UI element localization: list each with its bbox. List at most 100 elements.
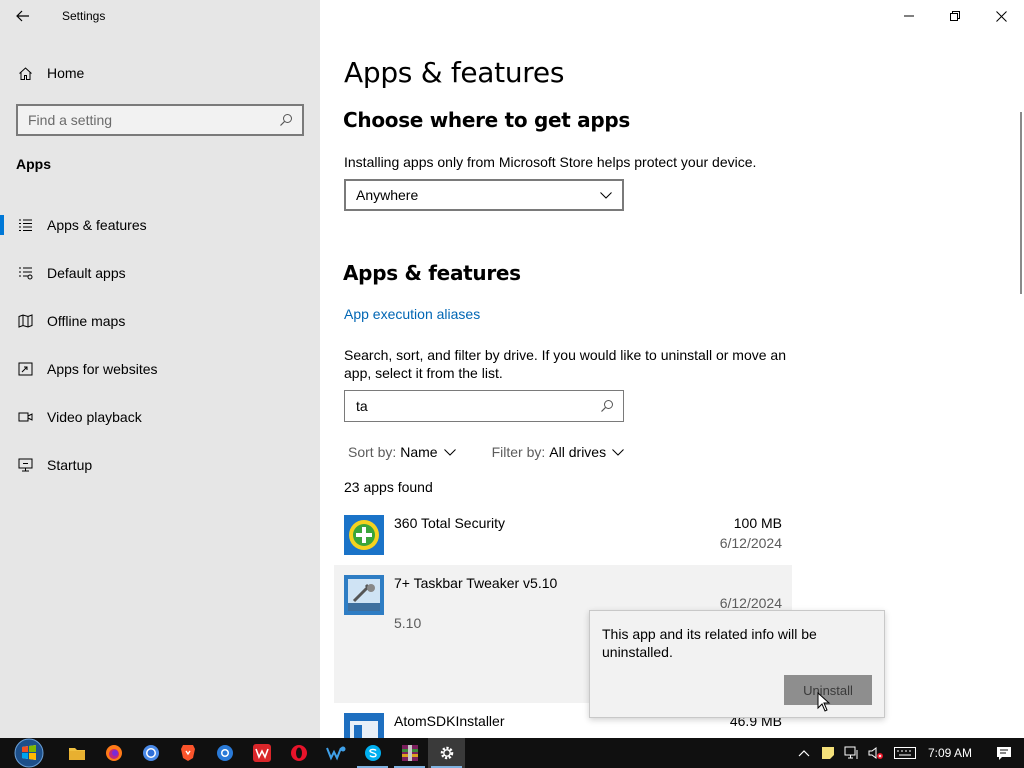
360-security-icon [344, 515, 384, 555]
chevron-down-icon [598, 191, 614, 199]
sidebar-item-offline-maps[interactable]: Offline maps [0, 303, 320, 351]
app-execution-aliases-link[interactable]: App execution aliases [344, 306, 480, 322]
brave-icon [180, 745, 195, 761]
sort-label: Sort by: [348, 444, 397, 460]
notifications-icon [997, 746, 1011, 760]
video-icon [17, 409, 33, 425]
filter-label: Filter by: [491, 444, 546, 460]
sticky-note-icon [821, 747, 834, 759]
taskbar-opera[interactable] [280, 738, 317, 768]
sidebar-item-label: Startup [47, 457, 93, 473]
sidebar-item-apps-websites[interactable]: Apps for websites [0, 351, 320, 399]
app-search-value: ta [356, 398, 368, 414]
search-description: Search, sort, and filter by drive. If yo… [344, 347, 786, 381]
search-icon[interactable] [276, 110, 296, 130]
uninstall-confirmation-flyout: This app and its related info will be un… [589, 610, 885, 718]
tray-app-button[interactable] [816, 738, 840, 768]
wps-icon [252, 744, 271, 762]
taskbar-chrome[interactable] [132, 738, 169, 768]
app-list-item[interactable]: 360 Total Security 100 MB 6/12/2024 [334, 505, 792, 565]
back-button[interactable] [0, 0, 46, 32]
mouse-cursor-icon [817, 692, 831, 712]
search-icon[interactable] [597, 399, 617, 413]
sort-by-dropdown[interactable]: Sort by: Name [348, 444, 456, 460]
sidebar-item-label: Offline maps [47, 313, 126, 329]
section-title-apps: Apps [16, 156, 51, 172]
sort-filter-row: Sort by: Name Filter by: All drives [348, 444, 660, 460]
taskbar-settings[interactable] [428, 738, 465, 768]
restore-button[interactable] [932, 0, 978, 32]
app-date: 6/12/2024 [719, 535, 782, 551]
chevron-down-icon [443, 448, 456, 456]
scrollbar[interactable] [1020, 112, 1022, 294]
apps-list-icon [17, 217, 33, 233]
action-center-button[interactable] [984, 738, 1024, 768]
open-external-icon [17, 361, 33, 377]
sidebar-item-label: Apps for websites [47, 361, 158, 377]
default-apps-icon [17, 265, 33, 281]
minimize-icon [904, 15, 914, 17]
taskbar-wps[interactable] [243, 738, 280, 768]
opera-icon [290, 745, 307, 761]
app-name: 7+ Taskbar Tweaker v5.10 [394, 575, 558, 591]
taskbar: 7:09 AM [0, 738, 1024, 768]
choose-apps-description: Installing apps only from Microsoft Stor… [344, 154, 757, 170]
taskbar-winrar[interactable] [391, 738, 428, 768]
find-setting-search-input[interactable]: Find a setting [16, 104, 304, 136]
sidebar-item-default-apps[interactable]: Default apps [0, 255, 320, 303]
choose-apps-heading: Choose where to get apps [343, 108, 630, 132]
taskbar-brave[interactable] [169, 738, 206, 768]
keyboard-button[interactable] [888, 738, 922, 768]
windows-start-icon [14, 738, 44, 768]
system-tray: 7:09 AM [792, 738, 1024, 768]
close-button[interactable] [978, 0, 1024, 32]
title-bar-left: Settings [0, 0, 320, 32]
back-arrow-icon [16, 10, 29, 22]
volume-button[interactable] [864, 738, 888, 768]
browser-icon [216, 745, 233, 761]
taskbar-skype[interactable] [354, 738, 391, 768]
apps-found-count: 23 apps found [344, 479, 433, 495]
taskbar-file-explorer[interactable] [58, 738, 95, 768]
file-explorer-icon [68, 748, 85, 760]
app-name: AtomSDKInstaller [394, 713, 505, 729]
app-search-input[interactable]: ta [344, 390, 624, 422]
sidebar-item-startup[interactable]: Startup [0, 447, 320, 495]
sidebar-item-apps-features[interactable]: Apps & features [0, 207, 320, 255]
sidebar-item-label: Video playback [47, 409, 142, 425]
taskbar-tweaker-icon [344, 575, 384, 615]
sidebar-item-video-playback[interactable]: Video playback [0, 399, 320, 447]
app-date: 6/12/2024 [719, 595, 782, 611]
home-icon [17, 65, 33, 81]
firefox-icon [105, 745, 122, 761]
taskbar-app[interactable] [317, 738, 354, 768]
filter-by-dropdown[interactable]: Filter by: All drives [492, 444, 624, 460]
app-icon [325, 746, 345, 761]
winrar-icon [401, 745, 418, 761]
app-source-dropdown[interactable]: Anywhere [344, 179, 624, 211]
taskbar-clock[interactable]: 7:09 AM [928, 746, 972, 760]
minimize-button[interactable] [886, 0, 932, 32]
taskbar-firefox[interactable] [95, 738, 132, 768]
skype-icon [364, 745, 381, 761]
filter-value: All drives [549, 444, 607, 460]
app-size: 100 MB [733, 515, 782, 531]
search-placeholder: Find a setting [28, 112, 113, 128]
network-button[interactable] [840, 738, 864, 768]
sidebar-item-label: Apps & features [47, 217, 147, 233]
taskbar-browser[interactable] [206, 738, 243, 768]
app-version: 5.10 [394, 615, 422, 631]
show-hidden-icons-button[interactable] [792, 738, 816, 768]
home-nav-item[interactable]: Home [0, 56, 320, 90]
start-button[interactable] [0, 738, 58, 768]
restore-icon [950, 11, 960, 21]
apps-features-heading: Apps & features [343, 261, 521, 285]
chevron-up-icon [798, 750, 810, 757]
startup-icon [17, 457, 33, 473]
chrome-icon [142, 745, 159, 761]
network-icon [844, 746, 858, 759]
app-title: Settings [62, 9, 106, 23]
window-controls [886, 0, 1024, 32]
page-title: Apps & features [344, 56, 565, 89]
sidebar-nav-list: Apps & features Default apps Offline map… [0, 207, 320, 495]
